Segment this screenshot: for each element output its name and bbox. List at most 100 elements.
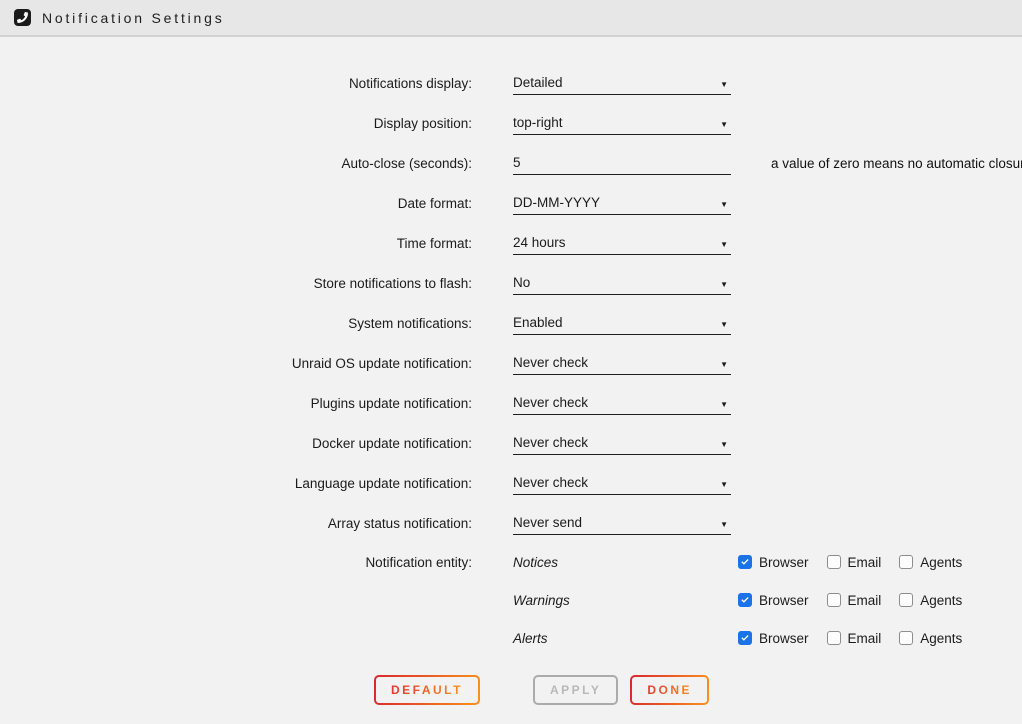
alerts-entity-label: Alerts [513,631,738,646]
form-row: Docker update notification: Never check ▼ [0,423,1022,463]
notification-entity-label: Notification entity: [0,555,472,570]
select-value: Detailed [513,75,563,90]
system-notifications-select[interactable]: Enabled ▼ [513,311,731,335]
dropdown-arrow-icon: ▼ [720,441,728,449]
unchecked-checkbox-icon [899,593,913,607]
docker-update-notification-label: Docker update notification: [0,436,472,451]
checkbox-label: Email [848,593,882,608]
entity-row: Notification entity: Notices Browser Email A… [0,543,1022,581]
select-value: DD-MM-YYYY [513,195,600,210]
checkbox-group-row: Browser Email Agents [738,593,980,608]
form-buttons: DEFAULT APPLY DONE [0,675,1022,705]
docker-update-notification-select[interactable]: Never check ▼ [513,431,731,455]
form-row: Language update notification: Never check… [0,463,1022,503]
dropdown-arrow-icon: ▼ [720,81,728,89]
button-face: DONE [632,677,707,703]
dropdown-arrow-icon: ▼ [720,241,728,249]
form-row: Plugins update notification: Never check ▼ [0,383,1022,423]
checkbox-label: Browser [759,593,809,608]
form-row: Date format: DD-MM-YYYY ▼ [0,183,1022,223]
checkbox-label: Agents [920,555,962,570]
form-row: Notifications display: Detailed ▼ [0,63,1022,103]
auto-close-seconds-input[interactable] [513,151,731,175]
dropdown-arrow-icon: ▼ [720,401,728,409]
form-row: Unraid OS update notification: Never chec… [0,343,1022,383]
checkbox-group-row: Browser Email Agents [738,631,980,646]
notices-entity-label: Notices [513,555,738,570]
select-value: Never send [513,515,582,530]
language-update-notification-select[interactable]: Never check▼ [513,471,731,495]
system-notifications-label: System notifications: [0,316,472,331]
select-value: Enabled [513,315,563,330]
warnings-browser-checkbox[interactable]: Browser [738,593,809,608]
unchecked-checkbox-icon [899,631,913,645]
notices-agents-checkbox[interactable]: Agents [899,555,962,570]
form-row: Time format: 24 hours ▼ [0,223,1022,263]
checked-checkbox-icon [738,555,752,569]
checkbox-label: Browser [759,555,809,570]
field-note: a value of zero means no automatic closu… [771,156,1022,171]
checked-checkbox-icon [738,631,752,645]
auto-close-seconds-label: Auto-close (seconds): [0,156,472,171]
notices-browser-checkbox[interactable]: Browser [738,555,809,570]
time-format-select[interactable]: 24 hours ▼ [513,231,731,255]
page-header: Notification Settings [0,0,1022,37]
unchecked-checkbox-icon [827,555,841,569]
checkbox-label: Email [848,555,882,570]
dropdown-arrow-icon: ▼ [720,121,728,129]
language-update-notification-label: Language update notification: [0,476,472,491]
notifications-display-select[interactable]: Detailed ▼ [513,71,731,95]
array-status-notification-label: Array status notification: [0,516,472,531]
warnings-agents-checkbox[interactable]: Agents [899,593,962,608]
date-format-select[interactable]: DD-MM-YYYY ▼ [513,191,731,215]
check-icon [740,633,750,643]
done-button[interactable]: DONE [630,675,709,705]
alerts-agents-checkbox[interactable]: Agents [899,631,962,646]
unraid-os-update-notification-label: Unraid OS update notification: [0,356,472,371]
display-position-label: Display position: [0,116,472,131]
unraid-os-update-notification-select[interactable]: Never check▼ [513,351,731,375]
notifications-display-label: Notifications display: [0,76,472,91]
check-icon [740,595,750,605]
dropdown-arrow-icon: ▼ [720,481,728,489]
array-status-notification-select[interactable]: Never send ▼ [513,511,731,535]
button-label: APPLY [550,684,601,696]
select-value: Never check [513,435,588,450]
alerts-browser-checkbox[interactable]: Browser [738,631,809,646]
entity-row: WarningsBrowserEmailAgents [0,581,1022,619]
page-title: Notification Settings [42,10,225,26]
form-row: Display position: top-right▼ [0,103,1022,143]
dropdown-arrow-icon: ▼ [720,201,728,209]
button-label: DONE [647,684,692,696]
warnings-email-checkbox[interactable]: Email [827,593,882,608]
form-row: Auto-close (seconds): a value of zero mea… [0,143,1022,183]
checkbox-group-row: Browser Email Agents [738,555,980,570]
plugins-update-notification-label: Plugins update notification: [0,396,472,411]
entity-row: AlertsBrowser Email Agents [0,619,1022,657]
notices-email-checkbox[interactable]: Email [827,555,882,570]
unchecked-checkbox-icon [827,593,841,607]
apply-button[interactable]: APPLY [533,675,618,705]
checkbox-label: Agents [920,593,962,608]
dropdown-arrow-icon: ▼ [720,521,728,529]
select-value: No [513,275,530,290]
dropdown-arrow-icon: ▼ [720,281,728,289]
phone-square-icon [14,9,31,26]
select-value: Never check [513,395,588,410]
button-face: DEFAULT [376,677,478,703]
select-value: 24 hours [513,235,566,250]
store-notifications-to-flash-select[interactable]: No ▼ [513,271,731,295]
display-position-select[interactable]: top-right▼ [513,111,731,135]
notification-settings-page: Notification Settings Notifications disp… [0,0,1022,724]
time-format-label: Time format: [0,236,472,251]
dropdown-arrow-icon: ▼ [720,361,728,369]
plugins-update-notification-select[interactable]: Never check ▼ [513,391,731,415]
alerts-email-checkbox[interactable]: Email [827,631,882,646]
checkbox-label: Agents [920,631,962,646]
date-format-label: Date format: [0,196,472,211]
dropdown-arrow-icon: ▼ [720,321,728,329]
button-label: DEFAULT [391,684,463,696]
default-button[interactable]: DEFAULT [374,675,480,705]
form-row: Array status notification: Never send ▼ [0,503,1022,543]
checked-checkbox-icon [738,593,752,607]
